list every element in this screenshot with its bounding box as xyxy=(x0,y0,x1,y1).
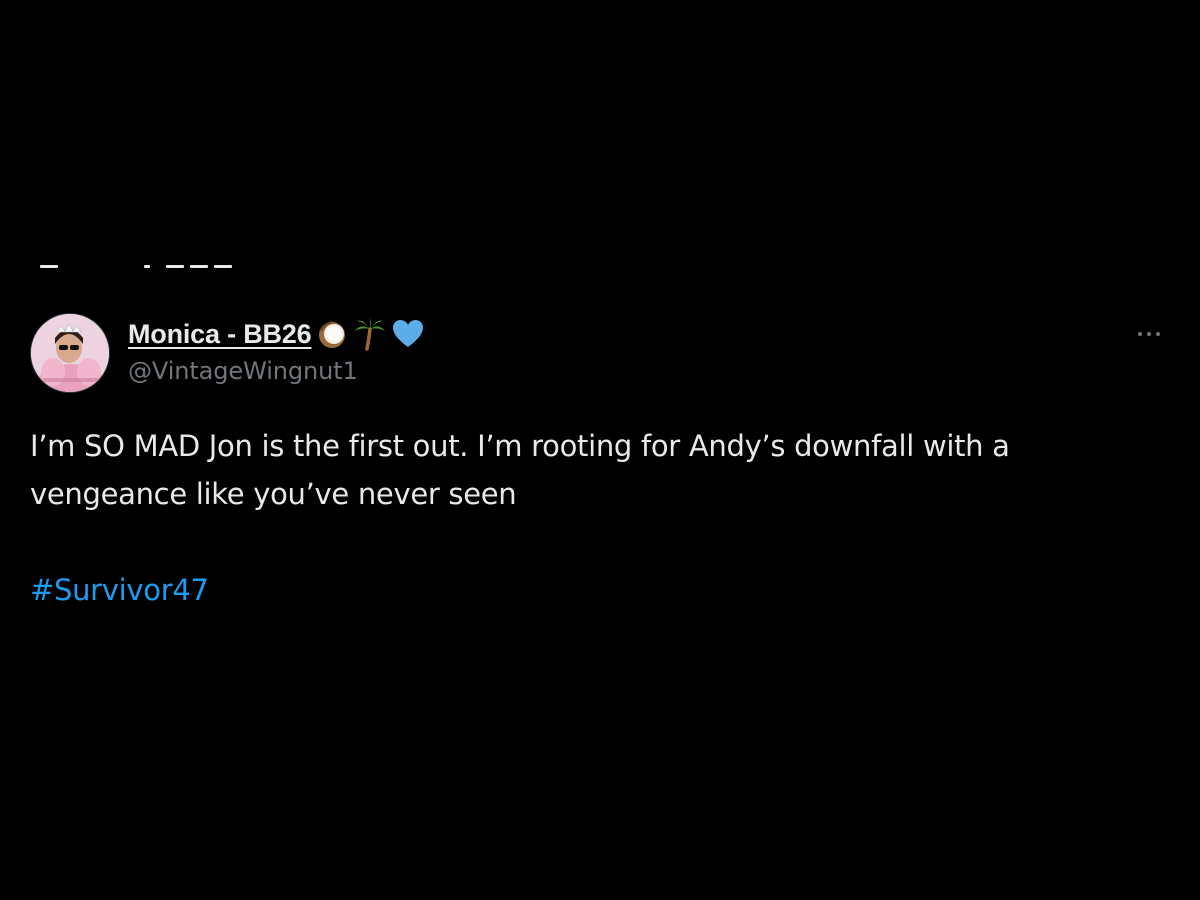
tweet-text: I’m SO MAD Jon is the first out. I’m roo… xyxy=(30,429,1010,511)
display-name[interactable]: Monica - BB26 xyxy=(128,319,312,350)
tweet-body: I’m SO MAD Jon is the first out. I’m roo… xyxy=(30,422,1150,614)
author-handle[interactable]: @VintageWingnut1 xyxy=(128,357,425,385)
palm-tree-icon xyxy=(353,317,387,351)
blue-heart-icon xyxy=(391,317,425,351)
more-options-button[interactable] xyxy=(1130,322,1170,346)
author-names: Monica - BB26 @VintageWingnut1 xyxy=(128,314,425,385)
page: Monica - BB26 @VintageWingnut1 I’m SO MA… xyxy=(0,0,1200,900)
cropped-previous-content xyxy=(40,258,260,270)
hashtag-link[interactable]: #Survivor47 xyxy=(30,566,209,614)
coconut-icon xyxy=(315,317,349,351)
tweet: Monica - BB26 @VintageWingnut1 I’m SO MA… xyxy=(30,310,1170,614)
display-name-row: Monica - BB26 xyxy=(128,314,425,354)
tweet-header: Monica - BB26 @VintageWingnut1 xyxy=(30,310,1170,393)
more-horizontal-icon xyxy=(1138,332,1160,336)
avatar[interactable] xyxy=(30,313,110,393)
avatar-image xyxy=(31,314,109,392)
